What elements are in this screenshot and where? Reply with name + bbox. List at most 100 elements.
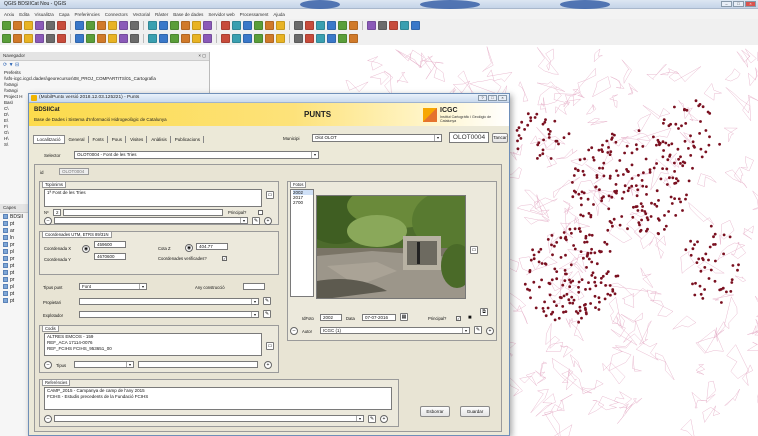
calendar-icon[interactable]: ▦	[400, 313, 408, 321]
toolbar-tool-icon[interactable]	[13, 34, 22, 43]
foto-principal-checkbox[interactable]: ✓	[456, 316, 461, 321]
toolbar-tool-icon[interactable]	[305, 21, 314, 30]
codi-value-field[interactable]	[138, 361, 258, 368]
toolbar-tool-icon[interactable]	[400, 21, 409, 30]
toolbar-tool-icon[interactable]	[57, 34, 66, 43]
toolbar-tool-icon[interactable]	[35, 21, 44, 30]
y-field[interactable]: 4670600	[94, 253, 126, 260]
tab-localitzaci-[interactable]: Localització	[33, 134, 65, 144]
menu-item[interactable]: Visualitza	[35, 12, 54, 17]
toolbar-tool-icon[interactable]	[75, 21, 84, 30]
verified-checkbox[interactable]: ✓	[222, 256, 227, 261]
menu-item[interactable]: Processament	[240, 12, 269, 17]
edit-icon[interactable]: ✎	[263, 297, 271, 305]
pick-elevation-icon[interactable]: ◉	[185, 244, 193, 252]
toolbar-tool-icon[interactable]	[130, 21, 139, 30]
toolbar-tool-icon[interactable]	[159, 21, 168, 30]
toolbar-tool-icon[interactable]	[170, 21, 179, 30]
propietari-select[interactable]: ▾	[79, 298, 259, 305]
toolbar-tool-icon[interactable]	[294, 34, 303, 43]
remove-icon[interactable]: –	[44, 415, 52, 423]
data-field[interactable]: 07-07-2016	[362, 314, 396, 321]
menu-item[interactable]: Edita	[19, 12, 29, 17]
toponim-name-field[interactable]: 1ª Font de les Tries	[44, 189, 262, 207]
explotador-select[interactable]: ▾	[79, 311, 259, 318]
photo-list[interactable]: 2002 2017 2700	[290, 189, 314, 297]
point-selector[interactable]: OLOT0004 - Font de les Tries ▾	[74, 151, 319, 159]
referencia-select[interactable]: ▾	[54, 415, 364, 422]
toolbar-tool-icon[interactable]	[46, 34, 55, 43]
toolbar-tool-icon[interactable]	[159, 34, 168, 43]
toponim-type-select[interactable]: ▾	[54, 217, 248, 224]
principal-checkbox[interactable]	[258, 210, 263, 215]
code-item[interactable]: REF_FCIHS FCIHS_953651_00	[47, 346, 261, 352]
toolbar-tool-icon[interactable]	[148, 34, 157, 43]
close-window-button[interactable]: ×	[745, 1, 756, 7]
toolbar-tool-icon[interactable]	[170, 34, 179, 43]
toolbar-tool-icon[interactable]	[75, 34, 84, 43]
toolbar-tool-icon[interactable]	[108, 21, 117, 30]
add-icon[interactable]: +	[380, 415, 388, 423]
menu-item[interactable]: Vectorial	[133, 12, 150, 17]
toolbar-tool-icon[interactable]	[349, 21, 358, 30]
toponim-extra-field[interactable]	[63, 209, 223, 216]
menu-item[interactable]: Ràster	[155, 12, 168, 17]
toolbar-tool-icon[interactable]	[13, 21, 22, 30]
remove-icon[interactable]: –	[44, 361, 52, 369]
add-icon[interactable]: +	[486, 327, 494, 335]
toolbar-tool-icon[interactable]	[389, 21, 398, 30]
close-button[interactable]: Tancar	[492, 133, 508, 143]
any-field[interactable]	[243, 283, 265, 290]
menu-item[interactable]: Connectors	[105, 12, 128, 17]
tab-an-lisis[interactable]: Anàlisis	[148, 135, 171, 143]
toolbar-tool-icon[interactable]	[97, 34, 106, 43]
toolbar-tool-icon[interactable]	[316, 21, 325, 30]
panel-close-icon[interactable]: × ◻	[198, 53, 206, 59]
toolbar-tool-icon[interactable]	[24, 34, 33, 43]
x-field[interactable]: 459600	[94, 241, 126, 248]
toolbar-tool-icon[interactable]	[243, 21, 252, 30]
add-icon[interactable]: +	[264, 361, 272, 369]
toolbar-tool-icon[interactable]	[327, 34, 336, 43]
num-field[interactable]: 2	[53, 209, 61, 216]
toolbar-tool-icon[interactable]	[221, 34, 230, 43]
z-field[interactable]: 404.77	[196, 243, 228, 250]
toolbar-tool-icon[interactable]	[243, 34, 252, 43]
toolbar-tool-icon[interactable]	[265, 21, 274, 30]
remove-icon[interactable]: –	[290, 327, 298, 335]
toolbar-tool-icon[interactable]	[338, 34, 347, 43]
menu-item[interactable]: Preferències	[74, 12, 99, 17]
edit-icon[interactable]: ✎	[474, 326, 482, 334]
add-code-button[interactable]: ▭	[266, 342, 274, 350]
toolbar-tool-icon[interactable]	[203, 21, 212, 30]
minimize-button[interactable]: –	[721, 1, 732, 7]
toolbar-tool-icon[interactable]	[130, 34, 139, 43]
toolbar-tool-icon[interactable]	[411, 21, 420, 30]
toolbar-tool-icon[interactable]	[221, 21, 230, 30]
delete-button[interactable]: Esborrar	[420, 406, 450, 417]
toolbar-tool-icon[interactable]	[276, 34, 285, 43]
codi-tipus-select[interactable]: ▾	[74, 361, 134, 368]
toolbar-tool-icon[interactable]	[338, 21, 347, 30]
toolbar-tool-icon[interactable]	[119, 21, 128, 30]
toolbar-tool-icon[interactable]	[2, 34, 11, 43]
toolbar-tool-icon[interactable]	[119, 34, 128, 43]
add-toponim-button[interactable]: ▭	[266, 191, 274, 199]
folder-icon[interactable]: ■	[468, 315, 472, 321]
toolbar-tool-icon[interactable]	[254, 21, 263, 30]
menu-item[interactable]: Servidor web	[208, 12, 234, 17]
tab-general[interactable]: General	[66, 135, 89, 143]
add-icon[interactable]: +	[264, 217, 272, 225]
toolbar-tool-icon[interactable]	[181, 21, 190, 30]
save-button[interactable]: Guardar	[460, 406, 490, 417]
edit-icon[interactable]: ✎	[368, 415, 376, 423]
toolbar-tool-icon[interactable]	[367, 21, 376, 30]
toolbar-tool-icon[interactable]	[232, 21, 241, 30]
toolbar-tool-icon[interactable]	[86, 34, 95, 43]
menu-item[interactable]: Base de dades	[173, 12, 203, 17]
toolbar-tool-icon[interactable]	[203, 34, 212, 43]
collapse-icon[interactable]: ⊟	[15, 62, 19, 68]
toolbar-tool-icon[interactable]	[46, 21, 55, 30]
toolbar-tool-icon[interactable]	[232, 34, 241, 43]
menu-item[interactable]: Capa	[59, 12, 70, 17]
